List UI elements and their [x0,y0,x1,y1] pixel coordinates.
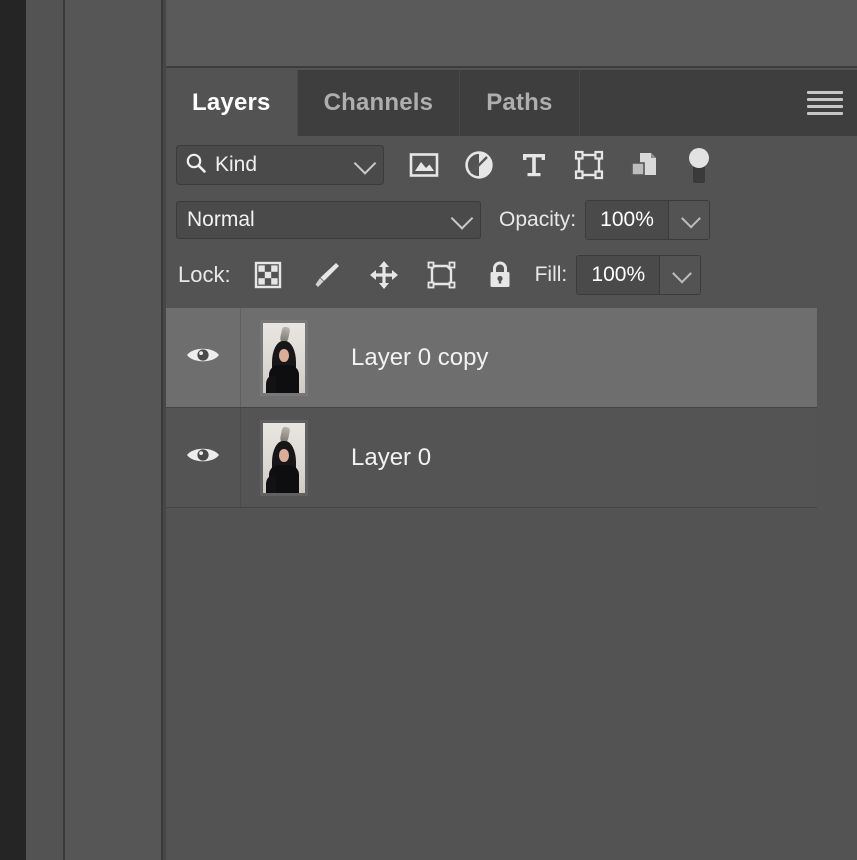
portrait-thumbnail [260,419,308,496]
layer-name[interactable]: Layer 0 copy [351,344,488,372]
image-icon[interactable] [406,146,442,184]
layer-visibility-toggle[interactable] [166,444,240,471]
blend-mode-row: Normal Opacity: 100% [166,194,857,246]
layers-panel: Layers Channels Paths Kind Normal Opacit… [166,0,857,860]
fill-value[interactable]: 100% [577,256,660,294]
text-t-icon[interactable] [516,146,552,184]
lock-row: Lock: Fill: 100% [166,246,857,304]
blend-mode-select[interactable]: Normal [176,201,481,239]
tab-paths-label: Paths [486,89,553,116]
artboard-icon[interactable] [425,257,459,293]
fill-field[interactable]: 100% [576,255,702,295]
layer-name[interactable]: Layer 0 [351,444,431,472]
layers-panel-body: Kind Normal Opacity: 100% Lock: Fill: 10… [166,136,857,860]
layer-row[interactable]: Layer 0 [166,408,817,508]
workspace-left-edge [0,0,26,860]
shape-bounding-box-icon[interactable] [571,146,607,184]
workspace-panel-strip-outer [26,0,65,860]
photoshop-workspace: Layers Channels Paths Kind Normal Opacit… [0,0,857,860]
lock-buttons [251,257,517,293]
padlock-icon[interactable] [483,257,517,293]
layer-row[interactable]: Layer 0 copy [166,308,817,408]
filter-type-buttons [406,146,717,184]
filter-kind-label: Kind [215,153,258,176]
opacity-field[interactable]: 100% [585,200,711,240]
layer-visibility-toggle[interactable] [166,344,240,371]
tab-layers[interactable]: Layers [166,70,298,136]
eye-icon [186,344,220,371]
search-icon [185,152,207,179]
tab-layers-label: Layers [192,89,271,116]
filter-kind-select[interactable]: Kind [176,145,384,185]
brush-icon[interactable] [309,257,343,293]
chevron-down-icon [450,207,474,230]
fill-label: Fill: [534,263,568,286]
panel-tab-bar: Layers Channels Paths [166,70,857,136]
smart-object-icon[interactable] [626,146,662,184]
eye-icon [186,444,220,471]
hamburger-menu-icon[interactable] [807,87,843,119]
move-arrows-icon[interactable] [367,257,401,293]
layer-filter-row: Kind [166,136,857,194]
fill-dropdown-button[interactable] [659,256,701,294]
opacity-value[interactable]: 100% [586,201,669,239]
opacity-dropdown-button[interactable] [668,201,710,239]
panel-upper-dock-area [166,0,857,68]
checkerboard-icon[interactable] [251,257,285,293]
chevron-down-icon [353,152,377,175]
adjustment-circle-icon[interactable] [461,146,497,184]
layer-thumbnail-cell[interactable] [240,408,327,507]
tab-channels-label: Channels [323,89,434,116]
toggle-switch-icon[interactable] [681,146,717,184]
chevron-down-icon [681,208,701,229]
blend-mode-value: Normal [187,208,255,231]
portrait-thumbnail [260,319,308,396]
workspace-panel-strip-inner [65,0,163,860]
lock-label: Lock: [178,262,231,287]
opacity-label: Opacity: [499,208,577,231]
layer-list: Layer 0 copy Layer 0 [166,308,817,508]
tab-paths[interactable]: Paths [460,70,580,136]
layer-thumbnail-cell[interactable] [240,308,327,407]
chevron-down-icon [672,263,693,284]
tab-channels[interactable]: Channels [298,70,461,136]
